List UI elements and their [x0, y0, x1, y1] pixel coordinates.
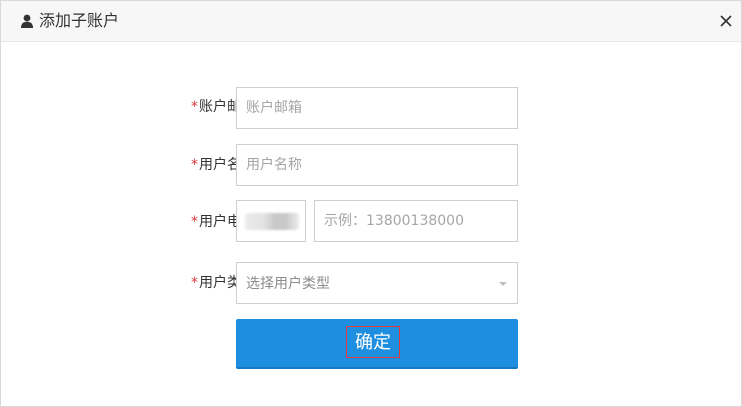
caret-down-icon — [499, 282, 507, 286]
required-mark: * — [191, 99, 198, 115]
country-code-select[interactable] — [236, 200, 306, 242]
user-icon — [21, 14, 33, 28]
required-mark: * — [191, 275, 198, 291]
email-input[interactable] — [236, 87, 518, 129]
dialog-title: 添加子账户 — [39, 11, 120, 30]
blurred-country-code — [245, 213, 299, 230]
confirm-button-label: 确定 — [346, 326, 400, 358]
confirm-button[interactable]: 确定 — [236, 319, 518, 369]
user-type-select[interactable]: 选择用户类型 — [236, 262, 518, 304]
close-icon[interactable] — [718, 13, 734, 29]
required-mark: * — [191, 157, 198, 173]
add-sub-account-dialog: 添加子账户 *账户邮箱 *用户名称 *用户电话 *用户类型 选择用户类型 确定 — [0, 0, 742, 407]
phone-input[interactable] — [314, 200, 518, 242]
user-type-placeholder: 选择用户类型 — [246, 276, 330, 292]
username-input[interactable] — [236, 144, 518, 186]
required-mark: * — [191, 214, 198, 230]
dialog-header: 添加子账户 — [1, 1, 741, 42]
